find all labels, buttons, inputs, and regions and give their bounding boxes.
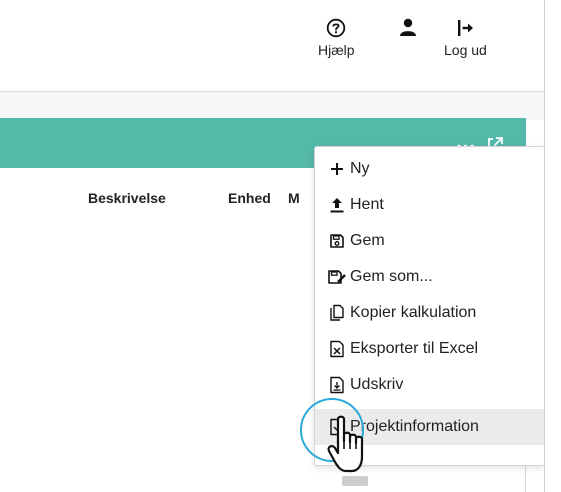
menu-item-label: Ny bbox=[350, 160, 370, 177]
help-button[interactable]: Hjælp bbox=[318, 18, 355, 58]
menu-item-ny[interactable]: Ny bbox=[315, 151, 544, 187]
menu-item-kopier-kalkulation[interactable]: Kopier kalkulation bbox=[315, 295, 544, 331]
menu-item-udskriv[interactable]: Udskriv bbox=[315, 367, 544, 403]
user-icon bbox=[399, 18, 417, 38]
user-button[interactable] bbox=[399, 18, 417, 38]
menu-item-hent[interactable]: Hent bbox=[315, 187, 544, 223]
upload-icon bbox=[326, 194, 348, 216]
menu-item-label: Gem bbox=[350, 232, 385, 249]
print-file-icon bbox=[326, 374, 348, 396]
menu-item-label: Eksporter til Excel bbox=[350, 340, 479, 357]
logout-button[interactable]: Log ud bbox=[444, 18, 487, 58]
save-icon bbox=[326, 230, 348, 252]
page: Hjælp Log ud Beskrivelse Enhed M Ny Hent… bbox=[0, 0, 545, 492]
help-label: Hjælp bbox=[318, 42, 355, 58]
menu-item-label: Udskriv bbox=[350, 376, 404, 393]
column-header-beskrivelse[interactable]: Beskrivelse bbox=[88, 190, 166, 206]
column-header-enhed[interactable]: Enhed bbox=[228, 190, 271, 206]
menu-item-gem[interactable]: Gem bbox=[315, 223, 544, 259]
menu-item-label: Kopier kalkulation bbox=[350, 304, 477, 321]
content-background bbox=[0, 92, 544, 120]
save-as-icon bbox=[326, 266, 348, 288]
copy-icon bbox=[326, 302, 348, 324]
top-bar: Hjælp Log ud bbox=[0, 0, 544, 91]
excel-file-icon bbox=[326, 338, 348, 360]
plus-icon bbox=[326, 158, 348, 180]
menu-item-label: Hent bbox=[350, 196, 384, 213]
column-header-m[interactable]: M bbox=[288, 190, 300, 206]
help-icon bbox=[326, 18, 346, 38]
window-gutter bbox=[545, 0, 561, 492]
menu-item-eksporter-til-excel[interactable]: Eksporter til Excel bbox=[315, 331, 544, 367]
logout-label: Log ud bbox=[444, 42, 487, 58]
logout-icon bbox=[455, 18, 475, 38]
menu-item-gem-som[interactable]: Gem som... bbox=[315, 259, 544, 295]
hand-pointer-icon bbox=[326, 415, 374, 482]
menu-item-label: Gem som... bbox=[350, 268, 433, 285]
